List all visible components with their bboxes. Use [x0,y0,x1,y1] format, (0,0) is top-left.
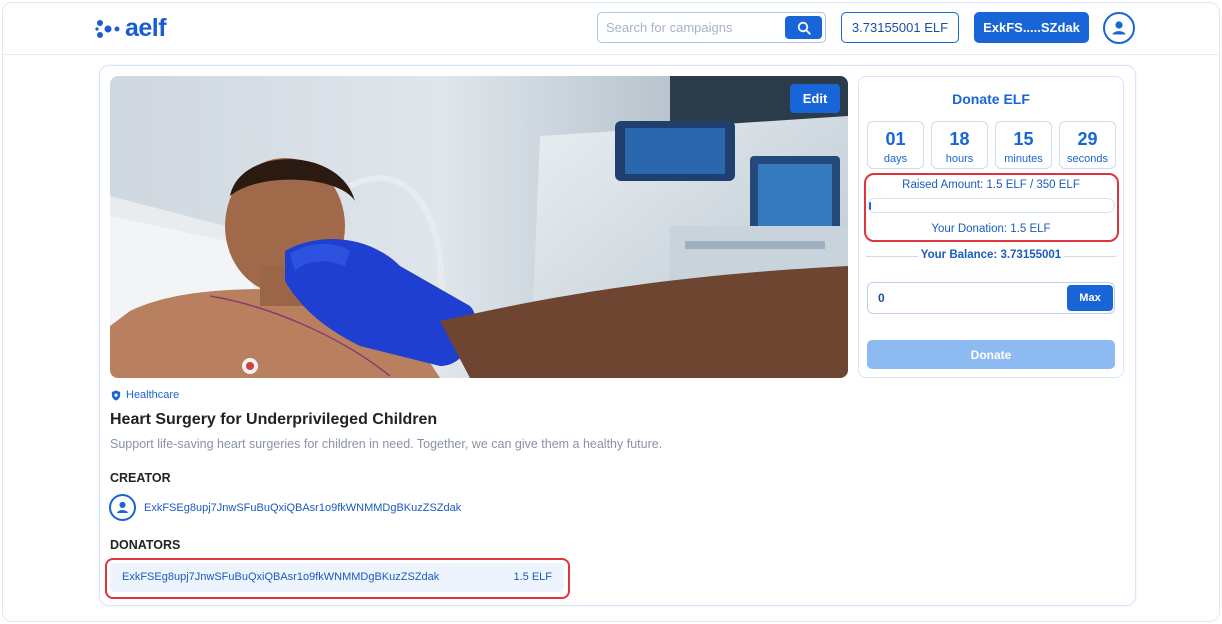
raised-highlight-box [864,173,1119,242]
creator-heading: CREATOR [110,471,171,485]
countdown-seconds: 29 seconds [1059,121,1116,169]
creator-address[interactable]: ExkFSEg8upj7JnwSFuBuQxiQBAsr1o9fkWNMMDgB… [144,502,461,514]
donate-title: Donate ELF [952,91,1030,107]
creator-row[interactable]: ExkFSEg8upj7JnwSFuBuQxiQBAsr1o9fkWNMMDgB… [109,494,461,521]
campaign-title: Heart Surgery for Underprivileged Childr… [110,411,438,428]
search-button[interactable] [785,16,822,39]
campaign-photo [110,76,848,378]
user-icon [116,501,129,514]
donation-amount-input[interactable] [878,289,1058,307]
aelf-logo[interactable]: aelf [95,14,167,43]
max-button[interactable]: Max [1067,285,1113,311]
countdown-days-unit: days [883,153,908,165]
countdown-hours-value: 18 [949,129,970,149]
wallet-balance-button[interactable]: 3.73155001 ELF [841,12,959,43]
countdown-seconds-unit: seconds [1067,153,1108,165]
campaign-image [110,76,848,378]
countdown-minutes: 15 minutes [995,121,1052,169]
donate-button[interactable]: Donate [867,340,1115,369]
shield-icon [111,390,121,400]
logo-text: aelf [125,14,167,42]
countdown-hours-unit: hours [945,153,974,165]
profile-button[interactable] [1103,12,1135,44]
countdown-seconds-value: 29 [1077,129,1098,149]
category-label: Healthcare [126,389,180,401]
your-balance: Your Balance: 3.73155001 [918,249,1064,261]
countdown-days: 01 days [867,121,924,169]
creator-avatar [109,494,136,521]
countdown-minutes-value: 15 [1013,129,1034,149]
search-bar [597,12,826,43]
aelf-logo-icon [95,19,120,38]
countdown-minutes-unit: minutes [1004,153,1043,165]
countdown-hours: 18 hours [931,121,988,169]
category-tag[interactable]: Healthcare [111,389,179,401]
countdown-days-value: 01 [885,129,906,149]
campaign-description: Support life-saving heart surgeries for … [110,437,663,451]
search-icon [797,21,811,35]
edit-button[interactable]: Edit [790,84,840,113]
wallet-address-button[interactable]: ExkFS.....SZdak [974,12,1089,43]
search-input[interactable] [606,13,782,42]
donator-highlight-box [105,558,570,599]
donators-heading: DONATORS [110,538,181,552]
user-icon [1112,21,1126,35]
